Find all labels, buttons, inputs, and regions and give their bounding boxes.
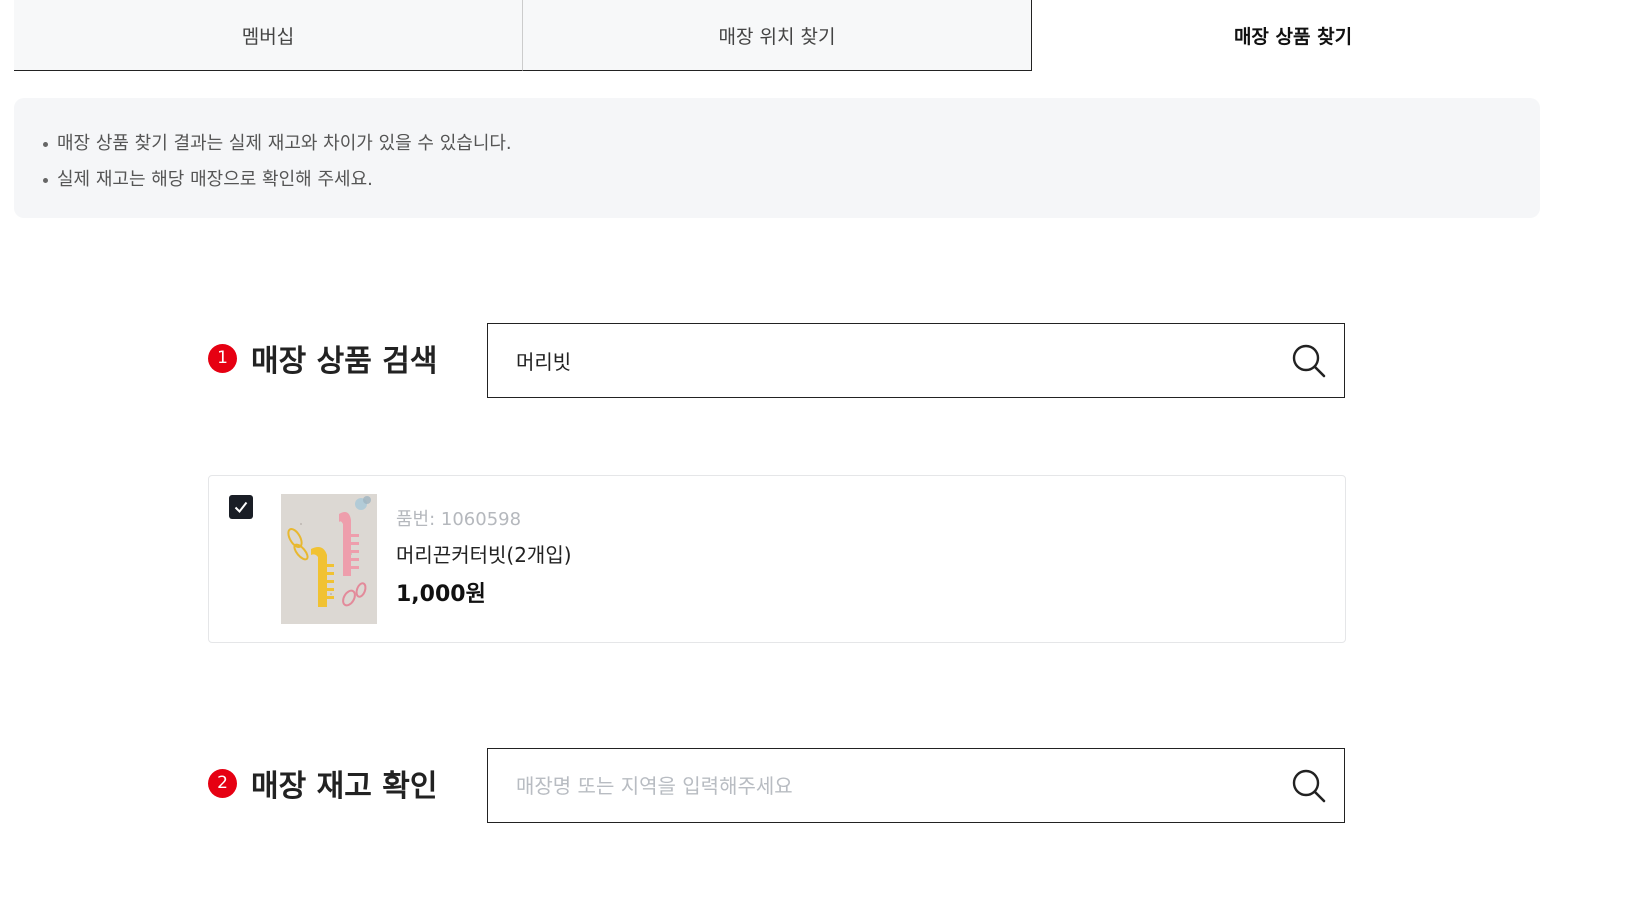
tab-store-product[interactable]: 매장 상품 찾기 <box>1032 0 1554 71</box>
product-info: 품번: 1060598 머리끈커터빗(2개입) 1,000원 <box>396 506 572 610</box>
store-search-box <box>487 748 1345 823</box>
search-icon <box>1292 344 1326 377</box>
step1-heading: 1 매장 상품 검색 <box>208 336 438 380</box>
notice-line: 매장 상품 찾기 결과는 실제 재고와 차이가 있을 수 있습니다. <box>42 126 1540 162</box>
step2-title: 매장 재고 확인 <box>251 769 438 804</box>
product-price: 1,000원 <box>396 582 486 607</box>
step1-title: 매장 상품 검색 <box>251 344 438 379</box>
check-icon <box>234 501 248 514</box>
notice-box: 매장 상품 찾기 결과는 실제 재고와 차이가 있을 수 있습니다. 실제 재고… <box>14 98 1540 218</box>
step1-number-badge: 1 <box>208 343 237 373</box>
product-code: 품번: 1060598 <box>396 509 522 530</box>
step2-number-badge: 2 <box>208 768 237 798</box>
product-image <box>281 494 377 624</box>
store-search-button[interactable] <box>1274 749 1344 822</box>
product-search-input[interactable] <box>488 324 1274 397</box>
page: 멤버십 매장 위치 찾기 매장 상품 찾기 매장 상품 찾기 결과는 실제 재고… <box>0 0 1643 905</box>
product-search-button[interactable] <box>1274 324 1344 397</box>
search-icon <box>1292 769 1326 802</box>
product-search-box <box>487 323 1345 398</box>
tab-store-location[interactable]: 매장 위치 찾기 <box>522 0 1032 71</box>
tab-membership[interactable]: 멤버십 <box>14 0 522 71</box>
product-name: 머리끈커터빗(2개입) <box>396 543 572 567</box>
step2-heading: 2 매장 재고 확인 <box>208 761 438 805</box>
product-checkbox[interactable] <box>229 495 253 519</box>
tab-bar: 멤버십 매장 위치 찾기 매장 상품 찾기 <box>14 0 1554 72</box>
notice-line: 실제 재고는 해당 매장으로 확인해 주세요. <box>42 162 1540 198</box>
store-search-input[interactable] <box>488 749 1274 822</box>
product-card[interactable]: 품번: 1060598 머리끈커터빗(2개입) 1,000원 <box>208 475 1346 643</box>
